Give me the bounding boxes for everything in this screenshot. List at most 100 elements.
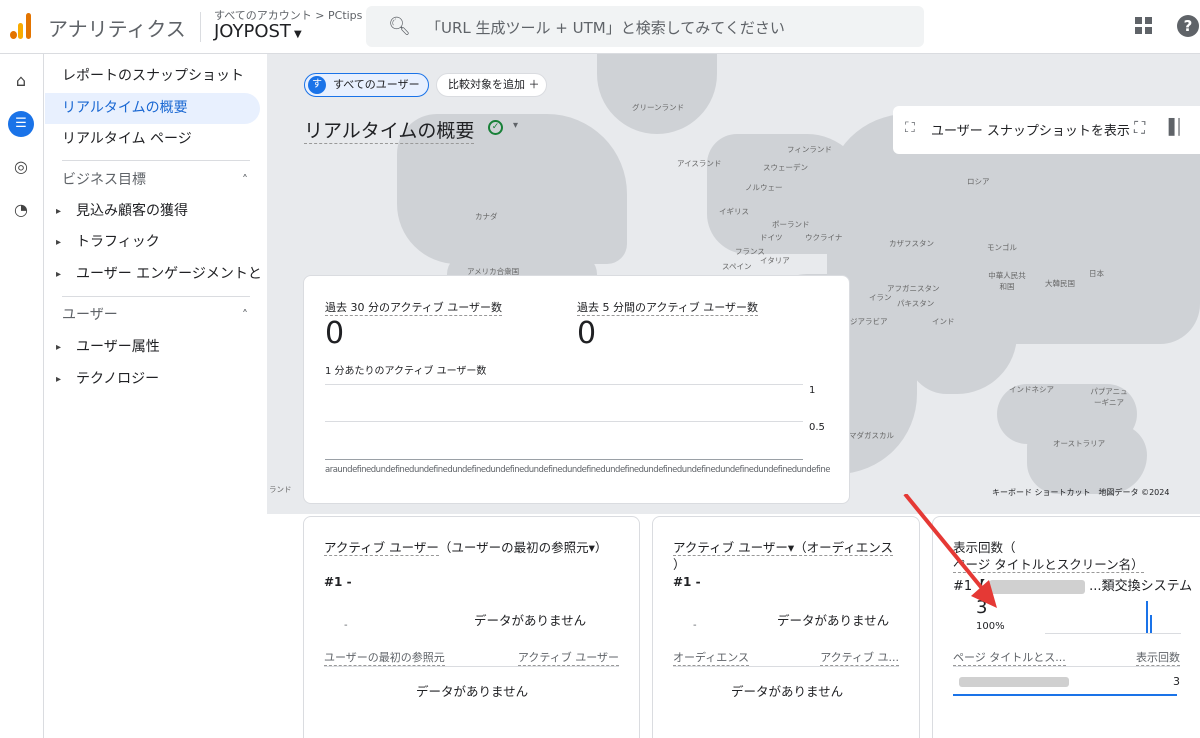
map-label: 日本: [1089, 269, 1104, 278]
no-data-text: データがありません: [731, 684, 844, 699]
chevron-down-icon: ▼: [293, 29, 302, 40]
map-label: ドイツ: [760, 233, 783, 242]
apps-grid-icon[interactable]: [1135, 17, 1153, 35]
active-users-by-audience-card: アクティブ ユーザー▾（オーディエンス ） #1 - データがありません - オー…: [652, 516, 920, 738]
map-label: ウクライナ: [805, 233, 843, 242]
map-label: ノルウェー: [745, 183, 783, 192]
help-icon[interactable]: ?: [1177, 15, 1199, 37]
no-data-text: データがありません: [474, 613, 587, 628]
column-header-active-users[interactable]: アクティブ ユーザー: [517, 649, 619, 666]
column-header-audience[interactable]: オーディエンス: [673, 649, 750, 666]
map-label: モンゴル: [987, 243, 1017, 252]
map-label: スウェーデン: [763, 163, 808, 172]
card-title-close: ）: [673, 557, 686, 572]
nav-divider: [62, 160, 250, 161]
segment-label: すべてのユーザー: [333, 78, 420, 91]
metric-5min-value: 0: [577, 316, 597, 351]
gridline: [325, 421, 803, 422]
map-toolbar: ⛶ ユーザー スナップショットを表示 ⛶ ▐│: [893, 106, 1200, 154]
row-views-value: 3: [1173, 675, 1180, 688]
account-selector[interactable]: JOYPOST ▼: [214, 21, 302, 42]
sparkline-bar: [1150, 615, 1152, 633]
nav-item-demographics[interactable]: ユーザー属性: [45, 332, 260, 363]
column-header-views[interactable]: 表示回数: [1136, 649, 1180, 666]
placeholder-dash: -: [693, 620, 697, 631]
map-label: マダガスカル: [849, 431, 894, 440]
map-label: ポーランド: [772, 220, 810, 229]
card-title-metric[interactable]: アクティブ ユーザー: [324, 540, 439, 556]
segment-chip-all-users[interactable]: す すべてのユーザー: [304, 73, 429, 97]
views-percent: 100%: [976, 621, 1005, 632]
card-title-metric[interactable]: 表示回数（: [953, 540, 1016, 555]
map-label: インドネシア: [1009, 385, 1054, 394]
map-label: グリーンランド: [632, 103, 685, 112]
table-header: ユーザーの最初の参照元 アクティブ ユーザー: [324, 649, 619, 667]
metric-5min-label: 過去 5 分間のアクティブ ユーザー数: [577, 301, 759, 316]
nav-item-realtime-pages[interactable]: リアルタイム ページ: [45, 124, 260, 155]
placeholder-dash: -: [344, 620, 348, 631]
column-header-page-title[interactable]: ページ タイトルとス...: [953, 649, 1066, 666]
map-label: 大韓民国: [1045, 279, 1075, 288]
reports-icon[interactable]: ☰: [8, 111, 34, 137]
top-rank-label: #1 -: [324, 575, 352, 589]
nav-item-technology[interactable]: テクノロジー: [45, 364, 260, 395]
map-label: フィンランド: [787, 145, 832, 154]
fullscreen-icon[interactable]: ⛶: [1134, 118, 1145, 138]
top-page-rank: #1【: [953, 579, 986, 594]
row-proportion-bar: [953, 694, 1177, 696]
home-icon[interactable]: ⌂: [8, 68, 34, 94]
column-header-active-users[interactable]: アクティブ ユ...: [820, 649, 899, 666]
column-header-source[interactable]: ユーザーの最初の参照元: [324, 649, 445, 666]
no-data-text: データがありません: [777, 613, 890, 628]
columns-icon[interactable]: ▐│: [1163, 118, 1184, 136]
nav-item-realtime-overview[interactable]: リアルタイムの概要: [45, 93, 260, 124]
map-label: パキスタン: [897, 299, 935, 308]
explore-icon[interactable]: ◎: [8, 154, 34, 180]
map-label: アフガニスタン: [887, 284, 940, 293]
advertising-icon[interactable]: ◔: [8, 197, 34, 223]
card-title-dimension[interactable]: ページ タイトルとスクリーン名）: [953, 557, 1144, 573]
table-header: オーディエンス アクティブ ユ...: [673, 649, 899, 667]
y-tick-label: 1: [809, 385, 816, 396]
card-title-dimension[interactable]: （ユーザーの最初の参照元▾）: [439, 540, 608, 555]
x-axis-labels: araundefinedundefinedundefinedundefinedu…: [325, 465, 830, 475]
sparkline-baseline: [1045, 633, 1181, 634]
per-minute-label: 1 分あたりのアクティブ ユーザー数: [325, 366, 487, 377]
map-label: イラン: [869, 293, 892, 302]
map-label: スペイン: [722, 262, 752, 271]
nav-item-reports-snapshot[interactable]: レポートのスナップショット: [45, 61, 260, 92]
table-header: ページ タイトルとス... 表示回数: [953, 649, 1180, 667]
map-label: カザフスタン: [889, 239, 934, 248]
user-snapshot-icon: ⛶: [905, 120, 915, 136]
map-label: イタリア: [760, 256, 790, 265]
left-rail: ⌂ ☰ ◎ ◔: [0, 54, 44, 738]
top-page-title: ...類交換システム: [1089, 579, 1193, 594]
card-title: アクティブ ユーザー▾（オーディエンス ）: [673, 539, 894, 573]
chevron-down-icon[interactable]: ▾: [513, 120, 518, 131]
nav-item-user-engagement[interactable]: ユーザー エンゲージメントと...: [45, 259, 260, 290]
active-users-by-source-card: アクティブ ユーザー（ユーザーの最初の参照元▾） #1 - データがありません …: [303, 516, 640, 738]
map-label: パプアニューギニア: [1090, 387, 1128, 407]
map-label: カナダ: [475, 212, 498, 221]
analytics-logo[interactable]: [10, 13, 34, 39]
metric-30min-label: 過去 30 分のアクティブ ユーザー数: [325, 301, 503, 316]
search-bar[interactable]: 🔍︎ 「URL 生成ツール + UTM」と検索してみてください: [366, 6, 924, 47]
add-comparison-button[interactable]: 比較対象を追加 ＋: [436, 73, 547, 97]
nav-item-traffic[interactable]: トラフィック: [45, 227, 260, 258]
nav-item-lead-acquisition[interactable]: 見込み顧客の獲得: [45, 196, 260, 227]
map-label: アイスランド: [677, 159, 722, 168]
card-title-dimension[interactable]: （オーディエンス: [794, 540, 894, 556]
metric-30min-value: 0: [325, 316, 345, 351]
nav-section-user[interactable]: ユーザー ˄: [45, 300, 260, 331]
app-title: アナリティクス: [48, 17, 186, 41]
map-label: 中華人民共和国: [988, 271, 1026, 291]
map-attribution: キーボード ショートカット 地図データ ©2024: [992, 488, 1170, 497]
nav-section-label: ビジネス目標: [62, 172, 146, 188]
nav-section-business-goals[interactable]: ビジネス目標 ˄: [45, 165, 260, 196]
card-title-metric[interactable]: アクティブ ユーザー▾: [673, 540, 795, 556]
top-rank-label: #1 -: [673, 575, 701, 589]
y-tick-label: 0.5: [809, 422, 825, 433]
map-label: オーストラリア: [1053, 439, 1106, 448]
user-snapshot-button[interactable]: ユーザー スナップショットを表示: [931, 120, 1130, 139]
no-data-text: データがありません: [416, 684, 529, 699]
